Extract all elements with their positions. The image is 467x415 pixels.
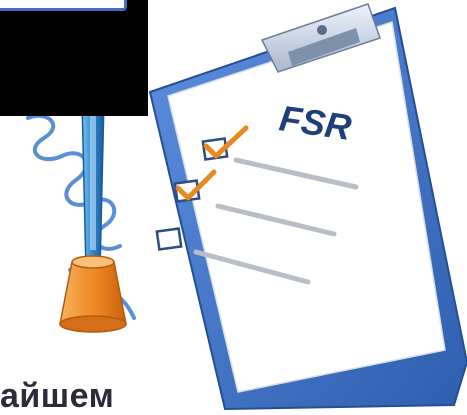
blue-frame-corner xyxy=(0,0,127,11)
checkbox-unchecked-icon xyxy=(155,227,183,251)
caption-text: айшем xyxy=(0,377,115,415)
black-overlay-box xyxy=(0,0,148,116)
pen-holder-icon xyxy=(59,255,127,333)
canvas: FSR айшем xyxy=(0,0,467,415)
